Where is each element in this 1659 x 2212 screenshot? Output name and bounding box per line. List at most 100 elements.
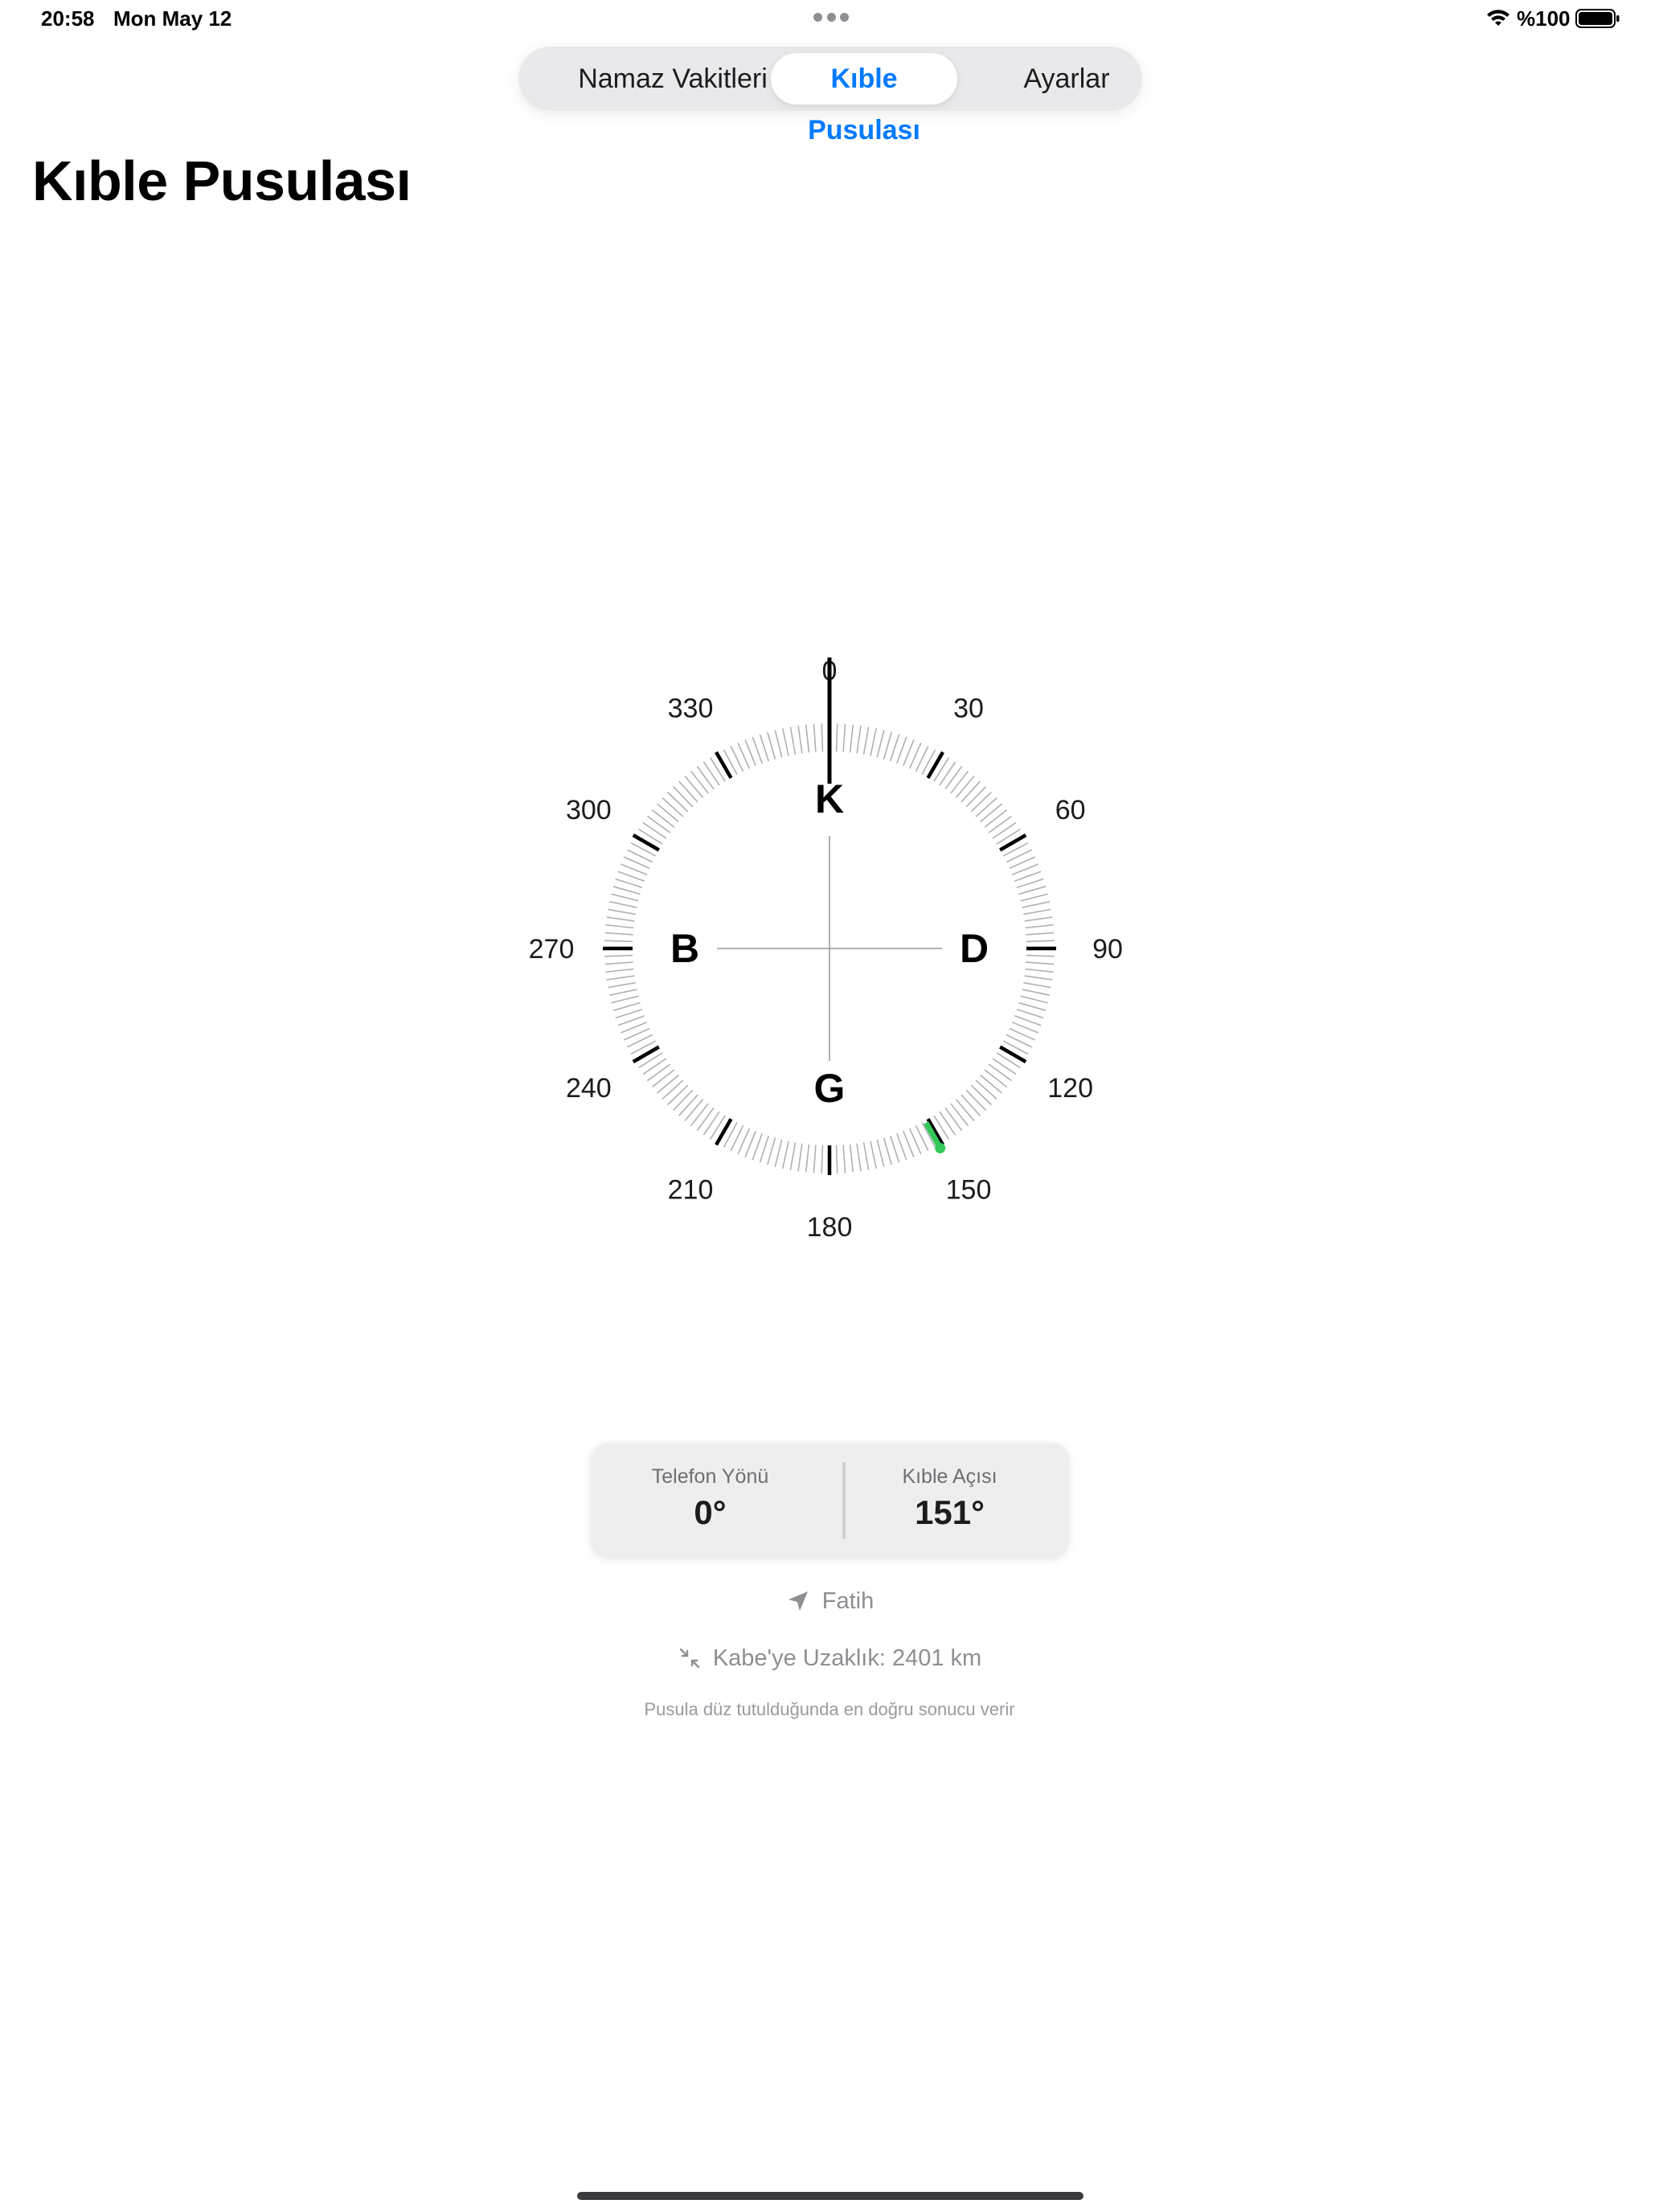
cardinal-east: D bbox=[960, 926, 989, 971]
compass-minor-tick bbox=[1026, 932, 1055, 936]
compass-minor-tick bbox=[1022, 989, 1051, 996]
compass-minor-tick bbox=[678, 1094, 698, 1116]
compass-minor-tick bbox=[642, 1058, 667, 1075]
compass-major-tick bbox=[632, 834, 660, 852]
compass-minor-tick bbox=[611, 995, 639, 1004]
compass-minor-tick bbox=[608, 901, 637, 908]
compass-info-card: Telefon Yönü 0° Kıble Açısı 151° bbox=[591, 1443, 1069, 1558]
compass-minor-tick bbox=[870, 727, 877, 756]
compass-minor-tick bbox=[883, 731, 892, 760]
phone-heading-value: 0° bbox=[694, 1493, 727, 1531]
compass-minor-tick bbox=[1016, 878, 1044, 889]
compass-minor-tick bbox=[813, 723, 817, 752]
battery-icon bbox=[1575, 9, 1620, 28]
compass-minor-tick bbox=[970, 1084, 992, 1106]
arrows-inward-icon bbox=[679, 1648, 700, 1669]
compass-minor-tick bbox=[767, 1137, 776, 1165]
compass-minor-tick bbox=[835, 723, 838, 752]
compass-minor-tick bbox=[965, 786, 987, 808]
tab-bar: Namaz Vakitleri Kıble Pusulası Ayarlar bbox=[518, 47, 1142, 145]
compass-minor-tick bbox=[611, 893, 639, 902]
compass-minor-tick bbox=[703, 761, 720, 786]
compass-minor-tick bbox=[678, 780, 698, 803]
compass-minor-tick bbox=[656, 803, 679, 823]
compass-minor-tick bbox=[862, 727, 870, 755]
compass-minor-tick bbox=[821, 723, 824, 752]
compass-hint: Pusula düz tutulduğunda en doğru sonucu … bbox=[644, 1699, 1015, 1719]
qibla-direction-marker bbox=[924, 1121, 946, 1153]
compass-minor-tick bbox=[672, 786, 694, 808]
compass-minor-tick bbox=[896, 736, 907, 764]
compass-minor-tick bbox=[896, 1133, 907, 1161]
compass-minor-tick bbox=[604, 940, 633, 943]
compass-minor-tick bbox=[849, 1144, 854, 1173]
home-indicator[interactable] bbox=[577, 2192, 1083, 2200]
compass-minor-tick bbox=[1025, 924, 1054, 929]
compass-minor-tick bbox=[617, 1015, 645, 1026]
compass-minor-tick bbox=[767, 731, 776, 760]
degree-label-330: 330 bbox=[668, 693, 714, 723]
multitask-dots-icon[interactable] bbox=[813, 13, 849, 23]
compass-major-tick bbox=[999, 834, 1027, 852]
compass-minor-tick bbox=[684, 1099, 704, 1122]
compass-major-tick bbox=[926, 751, 944, 779]
compass-minor-tick bbox=[856, 725, 862, 754]
distance-row: Kabe'ye Uzaklık: 2401 km bbox=[0, 1642, 1659, 1674]
tab-kible-pusulasi[interactable]: Kıble Pusulası bbox=[771, 53, 957, 145]
phone-heading-section: Telefon Yönü 0° bbox=[591, 1443, 830, 1558]
compass-minor-tick bbox=[612, 1002, 641, 1011]
qibla-dot bbox=[935, 1142, 946, 1153]
degree-label-240: 240 bbox=[566, 1073, 612, 1104]
compass-minor-tick bbox=[774, 1139, 783, 1167]
phone-heading-label: Telefon Yönü bbox=[651, 1465, 769, 1488]
compass-minor-tick bbox=[696, 1107, 715, 1131]
compass-minor-tick bbox=[970, 791, 992, 813]
compass-minor-tick bbox=[696, 766, 715, 790]
compass-minor-tick bbox=[955, 1099, 975, 1122]
compass-minor-tick bbox=[774, 730, 783, 758]
qibla-angle-label: Kıble Açısı bbox=[902, 1465, 997, 1488]
compass-minor-tick bbox=[1014, 870, 1042, 882]
compass-minor-tick bbox=[950, 1103, 969, 1127]
compass-minor-tick bbox=[961, 1094, 981, 1116]
compass-minor-tick bbox=[950, 770, 969, 794]
compass-minor-tick bbox=[975, 797, 997, 817]
compass-minor-tick bbox=[615, 1008, 643, 1019]
compass-minor-tick bbox=[651, 809, 675, 828]
compass-minor-tick bbox=[805, 1144, 810, 1173]
status-date: Mon May 12 bbox=[113, 6, 232, 31]
cardinal-west: B bbox=[670, 926, 699, 971]
compass-minor-tick bbox=[797, 1143, 803, 1172]
tab-ayarlar[interactable]: Ayarlar bbox=[996, 53, 1137, 104]
qibla-angle-value: 151° bbox=[915, 1493, 985, 1531]
compass-minor-tick bbox=[797, 725, 803, 754]
compass-minor-tick bbox=[944, 1107, 963, 1131]
compass-minor-tick bbox=[961, 780, 981, 803]
compass-minor-tick bbox=[651, 1069, 675, 1088]
compass-minor-tick bbox=[876, 1139, 885, 1167]
compass-minor-tick bbox=[662, 797, 684, 817]
compass-minor-tick bbox=[1024, 916, 1053, 922]
degree-label-60: 60 bbox=[1055, 795, 1086, 825]
battery-percentage: %100 bbox=[1517, 6, 1571, 31]
location-row: Fatih bbox=[0, 1585, 1659, 1617]
compass-minor-tick bbox=[1020, 995, 1048, 1004]
compass-minor-tick bbox=[889, 1135, 900, 1163]
compass-minor-tick bbox=[608, 908, 636, 916]
compass-minor-tick bbox=[604, 961, 633, 965]
compass-minor-tick bbox=[606, 916, 635, 922]
compass-minor-tick bbox=[752, 736, 763, 764]
compass-minor-tick bbox=[1023, 908, 1051, 916]
compass-minor-tick bbox=[1024, 975, 1053, 981]
compass-minor-tick bbox=[984, 1069, 1008, 1088]
compass-minor-tick bbox=[992, 821, 1017, 839]
compass-minor-tick bbox=[1026, 961, 1055, 965]
compass-minor-tick bbox=[759, 1135, 770, 1163]
compass-minor-tick bbox=[870, 1141, 877, 1169]
compass-minor-tick bbox=[992, 1058, 1017, 1075]
compass-minor-tick bbox=[667, 791, 689, 813]
compass-major-tick bbox=[632, 1045, 660, 1063]
compass-minor-tick bbox=[821, 1145, 824, 1174]
compass-minor-tick bbox=[889, 734, 900, 762]
compass-minor-tick bbox=[842, 1145, 846, 1174]
